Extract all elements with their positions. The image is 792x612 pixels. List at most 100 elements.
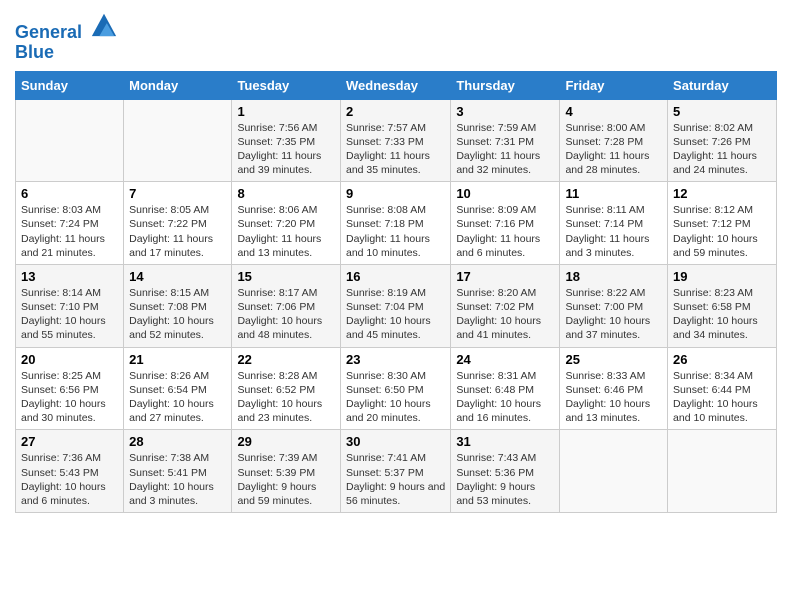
day-cell: 6Sunrise: 8:03 AMSunset: 7:24 PMDaylight… — [16, 182, 124, 265]
day-info: Sunrise: 8:11 AMSunset: 7:14 PMDaylight:… — [565, 203, 662, 260]
day-cell: 15 Sunrise: 8:17 AMSunset: 7:06 PMDayligh… — [232, 264, 341, 347]
day-number: 15 — [237, 269, 335, 284]
day-cell: 13 Sunrise: 8:14 AMSunset: 7:10 PMDayligh… — [16, 264, 124, 347]
day-info: Sunrise: 8:34 AMSunset: 6:44 PMDaylight:… — [673, 369, 771, 426]
day-cell — [16, 99, 124, 182]
day-number: 4 — [565, 104, 662, 119]
day-number: 23 — [346, 352, 445, 367]
day-cell: 2Sunrise: 7:57 AMSunset: 7:33 PMDaylight… — [340, 99, 450, 182]
week-row-3: 13 Sunrise: 8:14 AMSunset: 7:10 PMDayligh… — [16, 264, 777, 347]
day-cell: 20Sunrise: 8:25 AMSunset: 6:56 PMDayligh… — [16, 347, 124, 430]
day-info: Sunrise: 7:59 AMSunset: 7:31 PMDaylight:… — [456, 121, 554, 178]
day-info: Sunrise: 8:05 AMSunset: 7:22 PMDaylight:… — [129, 203, 226, 260]
day-number: 17 — [456, 269, 554, 284]
day-cell: 8Sunrise: 8:06 AMSunset: 7:20 PMDaylight… — [232, 182, 341, 265]
day-info: Sunrise: 7:57 AMSunset: 7:33 PMDaylight:… — [346, 121, 445, 178]
day-info: Sunrise: 8:26 AMSunset: 6:54 PMDaylight:… — [129, 369, 226, 426]
day-number: 18 — [565, 269, 662, 284]
day-cell: 5 Sunrise: 8:02 AMSunset: 7:26 PMDaylight… — [668, 99, 777, 182]
day-number: 9 — [346, 186, 445, 201]
week-row-5: 27 Sunrise: 7:36 AMSunset: 5:43 PMDayligh… — [16, 430, 777, 513]
week-row-4: 20Sunrise: 8:25 AMSunset: 6:56 PMDayligh… — [16, 347, 777, 430]
day-cell: 18 Sunrise: 8:22 AMSunset: 7:00 PMDayligh… — [560, 264, 668, 347]
day-number: 25 — [565, 352, 662, 367]
day-info: Sunrise: 8:17 AMSunset: 7:06 PMDaylight:… — [237, 286, 335, 343]
day-number: 20 — [21, 352, 118, 367]
calendar-header-row: SundayMondayTuesdayWednesdayThursdayFrid… — [16, 71, 777, 99]
day-cell: 23 Sunrise: 8:30 AMSunset: 6:50 PMDayligh… — [340, 347, 450, 430]
day-cell: 24 Sunrise: 8:31 AMSunset: 6:48 PMDayligh… — [451, 347, 560, 430]
day-info: Sunrise: 8:19 AMSunset: 7:04 PMDaylight:… — [346, 286, 445, 343]
calendar-table: SundayMondayTuesdayWednesdayThursdayFrid… — [15, 71, 777, 513]
day-number: 30 — [346, 434, 445, 449]
day-cell: 7 Sunrise: 8:05 AMSunset: 7:22 PMDaylight… — [124, 182, 232, 265]
day-cell — [668, 430, 777, 513]
logo-text: General — [15, 10, 118, 43]
day-cell: 9 Sunrise: 8:08 AMSunset: 7:18 PMDaylight… — [340, 182, 450, 265]
day-cell: 29 Sunrise: 7:39 AMSunset: 5:39 PMDayligh… — [232, 430, 341, 513]
day-info: Sunrise: 8:15 AMSunset: 7:08 PMDaylight:… — [129, 286, 226, 343]
day-number: 21 — [129, 352, 226, 367]
day-number: 28 — [129, 434, 226, 449]
day-info: Sunrise: 8:03 AMSunset: 7:24 PMDaylight:… — [21, 203, 118, 260]
day-info: Sunrise: 7:36 AMSunset: 5:43 PMDaylight:… — [21, 451, 118, 508]
logo: General Blue — [15, 10, 118, 63]
day-number: 27 — [21, 434, 118, 449]
logo-blue: Blue — [15, 43, 118, 63]
day-number: 22 — [237, 352, 335, 367]
header-sunday: Sunday — [16, 71, 124, 99]
day-cell: 21 Sunrise: 8:26 AMSunset: 6:54 PMDayligh… — [124, 347, 232, 430]
day-cell: 4 Sunrise: 8:00 AMSunset: 7:28 PMDaylight… — [560, 99, 668, 182]
day-info: Sunrise: 8:06 AMSunset: 7:20 PMDaylight:… — [237, 203, 335, 260]
day-info: Sunrise: 8:14 AMSunset: 7:10 PMDaylight:… — [21, 286, 118, 343]
day-cell: 25 Sunrise: 8:33 AMSunset: 6:46 PMDayligh… — [560, 347, 668, 430]
logo-general: General — [15, 22, 82, 42]
day-cell: 12 Sunrise: 8:12 AMSunset: 7:12 PMDayligh… — [668, 182, 777, 265]
header-wednesday: Wednesday — [340, 71, 450, 99]
day-cell: 3 Sunrise: 7:59 AMSunset: 7:31 PMDaylight… — [451, 99, 560, 182]
header-monday: Monday — [124, 71, 232, 99]
day-number: 29 — [237, 434, 335, 449]
day-info: Sunrise: 8:31 AMSunset: 6:48 PMDaylight:… — [456, 369, 554, 426]
day-number: 1 — [237, 104, 335, 119]
day-cell: 19Sunrise: 8:23 AMSunset: 6:58 PMDayligh… — [668, 264, 777, 347]
day-number: 14 — [129, 269, 226, 284]
day-cell: 11 Sunrise: 8:11 AMSunset: 7:14 PMDayligh… — [560, 182, 668, 265]
header-saturday: Saturday — [668, 71, 777, 99]
day-info: Sunrise: 8:33 AMSunset: 6:46 PMDaylight:… — [565, 369, 662, 426]
day-cell: 31Sunrise: 7:43 AMSunset: 5:36 PMDayligh… — [451, 430, 560, 513]
day-number: 12 — [673, 186, 771, 201]
day-info: Sunrise: 8:02 AMSunset: 7:26 PMDaylight:… — [673, 121, 771, 178]
day-info: Sunrise: 8:22 AMSunset: 7:00 PMDaylight:… — [565, 286, 662, 343]
day-info: Sunrise: 7:56 AMSunset: 7:35 PMDaylight:… — [237, 121, 335, 178]
day-info: Sunrise: 8:08 AMSunset: 7:18 PMDaylight:… — [346, 203, 445, 260]
day-number: 16 — [346, 269, 445, 284]
day-info: Sunrise: 8:09 AMSunset: 7:16 PMDaylight:… — [456, 203, 554, 260]
day-info: Sunrise: 8:20 AMSunset: 7:02 PMDaylight:… — [456, 286, 554, 343]
day-cell: 30 Sunrise: 7:41 AMSunset: 5:37 PMDayligh… — [340, 430, 450, 513]
day-number: 13 — [21, 269, 118, 284]
day-info: Sunrise: 8:28 AMSunset: 6:52 PMDaylight:… — [237, 369, 335, 426]
day-cell: 27 Sunrise: 7:36 AMSunset: 5:43 PMDayligh… — [16, 430, 124, 513]
header-friday: Friday — [560, 71, 668, 99]
day-info: Sunrise: 7:38 AMSunset: 5:41 PMDaylight:… — [129, 451, 226, 508]
header-thursday: Thursday — [451, 71, 560, 99]
day-number: 3 — [456, 104, 554, 119]
day-number: 11 — [565, 186, 662, 201]
day-cell: 10Sunrise: 8:09 AMSunset: 7:16 PMDayligh… — [451, 182, 560, 265]
day-cell: 26 Sunrise: 8:34 AMSunset: 6:44 PMDayligh… — [668, 347, 777, 430]
day-info: Sunrise: 8:00 AMSunset: 7:28 PMDaylight:… — [565, 121, 662, 178]
day-info: Sunrise: 8:12 AMSunset: 7:12 PMDaylight:… — [673, 203, 771, 260]
day-number: 5 — [673, 104, 771, 119]
day-info: Sunrise: 8:30 AMSunset: 6:50 PMDaylight:… — [346, 369, 445, 426]
day-number: 24 — [456, 352, 554, 367]
week-row-1: 1 Sunrise: 7:56 AMSunset: 7:35 PMDaylight… — [16, 99, 777, 182]
day-cell: 17 Sunrise: 8:20 AMSunset: 7:02 PMDayligh… — [451, 264, 560, 347]
day-info: Sunrise: 7:39 AMSunset: 5:39 PMDaylight:… — [237, 451, 335, 508]
day-info: Sunrise: 7:41 AMSunset: 5:37 PMDaylight:… — [346, 451, 445, 508]
day-cell — [560, 430, 668, 513]
day-number: 26 — [673, 352, 771, 367]
week-row-2: 6Sunrise: 8:03 AMSunset: 7:24 PMDaylight… — [16, 182, 777, 265]
day-cell: 28 Sunrise: 7:38 AMSunset: 5:41 PMDayligh… — [124, 430, 232, 513]
day-number: 7 — [129, 186, 226, 201]
